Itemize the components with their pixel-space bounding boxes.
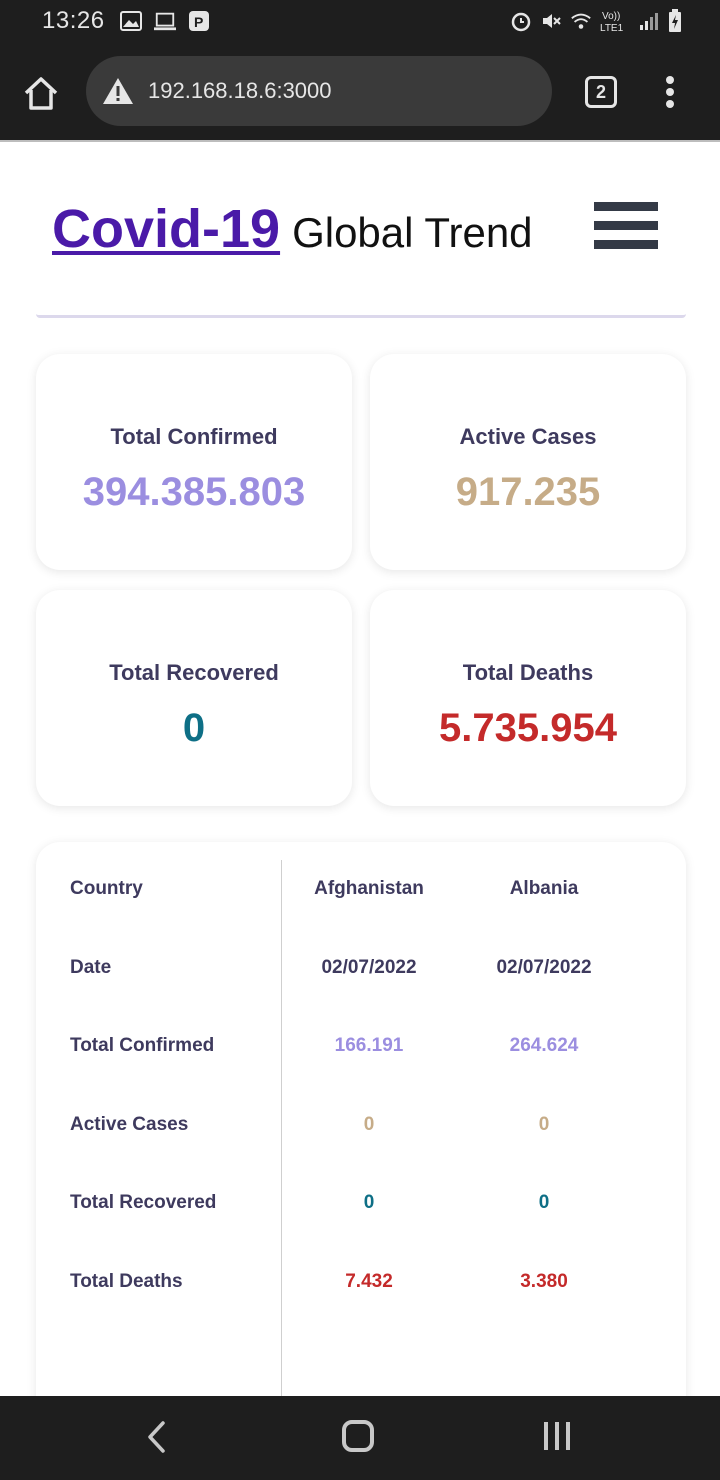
more-options-icon[interactable]: [660, 74, 680, 110]
alarm-icon: [511, 12, 531, 32]
card-value: 394.385.803: [82, 470, 306, 514]
cell-deaths: 7.432: [345, 1271, 393, 1292]
table-row-date: Date 02/07/2022 02/07/2022: [36, 957, 686, 997]
hamburger-menu-icon[interactable]: [594, 202, 658, 256]
status-bar: 13:26 P Vo)) LTE1: [0, 0, 720, 44]
row-label: Date: [70, 957, 112, 978]
cell-confirmed: 264.624: [509, 1035, 579, 1056]
table-row-active: Active Cases 0 0: [36, 1114, 686, 1154]
home-icon[interactable]: [22, 74, 60, 112]
header-divider: [36, 314, 686, 318]
cell-confirmed: 166.191: [334, 1035, 404, 1056]
back-icon[interactable]: [146, 1420, 168, 1454]
card-total-confirmed: Total Confirmed 394.385.803: [36, 354, 352, 570]
card-value: 917.235: [455, 470, 601, 514]
card-label: Total Deaths: [462, 660, 594, 685]
warning-icon[interactable]: [102, 76, 134, 106]
mute-icon: [543, 14, 561, 28]
cell-country: Afghanistan: [314, 878, 424, 899]
page-top-divider: [0, 140, 720, 142]
wifi-icon: [571, 13, 591, 29]
image-icon: [120, 11, 142, 31]
cell-active: 0: [538, 1114, 550, 1135]
status-right-icons: Vo)) LTE1: [510, 8, 682, 34]
card-total-deaths: Total Deaths 5.735.954: [370, 590, 686, 806]
laptop-icon: [154, 12, 176, 31]
cell-active: 0: [363, 1114, 375, 1135]
svg-text:LTE1: LTE1: [600, 23, 624, 34]
browser-toolbar: 192.168.18.6:3000 2: [0, 44, 720, 140]
cell-date: 02/07/2022: [496, 957, 592, 978]
svg-text:P: P: [194, 14, 203, 30]
card-total-recovered: Total Recovered 0: [36, 590, 352, 806]
card-label: Total Confirmed: [110, 424, 278, 449]
cell-recovered: 0: [538, 1192, 550, 1213]
cell-recovered: 0: [363, 1192, 375, 1213]
svg-text:Vo)): Vo)): [602, 11, 620, 22]
card-value: 0: [182, 706, 206, 750]
card-active-cases: Active Cases 917.235: [370, 354, 686, 570]
header-subtitle: Global Trend: [292, 209, 533, 256]
volte-icon: Vo))LTE1: [600, 11, 624, 34]
table-row-country: Country Afghanistan Albania: [36, 878, 686, 918]
status-left-icons: P: [120, 10, 210, 32]
row-label: Total Confirmed: [70, 1035, 215, 1056]
card-value: 5.735.954: [439, 706, 617, 750]
recent-apps-icon[interactable]: [544, 1422, 574, 1450]
brand-link[interactable]: Covid-19: [52, 199, 280, 259]
table-row-deaths: Total Deaths 7.432 3.380: [36, 1271, 686, 1311]
system-nav-bar: [0, 1396, 720, 1480]
status-time: 13:26: [42, 7, 105, 34]
cell-deaths: 3.380: [520, 1271, 568, 1292]
row-label: Total Deaths: [70, 1271, 183, 1292]
row-label: Active Cases: [70, 1114, 189, 1135]
cell-date: 02/07/2022: [321, 957, 417, 978]
cell-country: Albania: [509, 878, 579, 899]
card-label: Active Cases: [459, 424, 597, 449]
row-label: Country: [70, 878, 143, 899]
signal-icon: [640, 13, 658, 30]
table-row-recovered: Total Recovered 0 0: [36, 1192, 686, 1232]
row-label: Total Recovered: [70, 1192, 217, 1213]
site-header: Covid-19 Global Trend: [52, 198, 533, 260]
parking-icon: P: [189, 11, 209, 31]
card-label: Total Recovered: [109, 660, 279, 685]
battery-icon: [669, 9, 681, 32]
country-table: Country Afghanistan Albania Date 02/07/2…: [36, 842, 686, 1396]
table-row-confirmed: Total Confirmed 166.191 264.624: [36, 1035, 686, 1075]
url-text[interactable]: 192.168.18.6:3000: [148, 78, 332, 104]
address-bar[interactable]: 192.168.18.6:3000: [86, 56, 552, 126]
web-page: Covid-19 Global Trend Total Confirmed 394…: [0, 140, 720, 1396]
home-nav-icon[interactable]: [342, 1420, 374, 1452]
tab-switcher-button[interactable]: 2: [585, 76, 617, 108]
